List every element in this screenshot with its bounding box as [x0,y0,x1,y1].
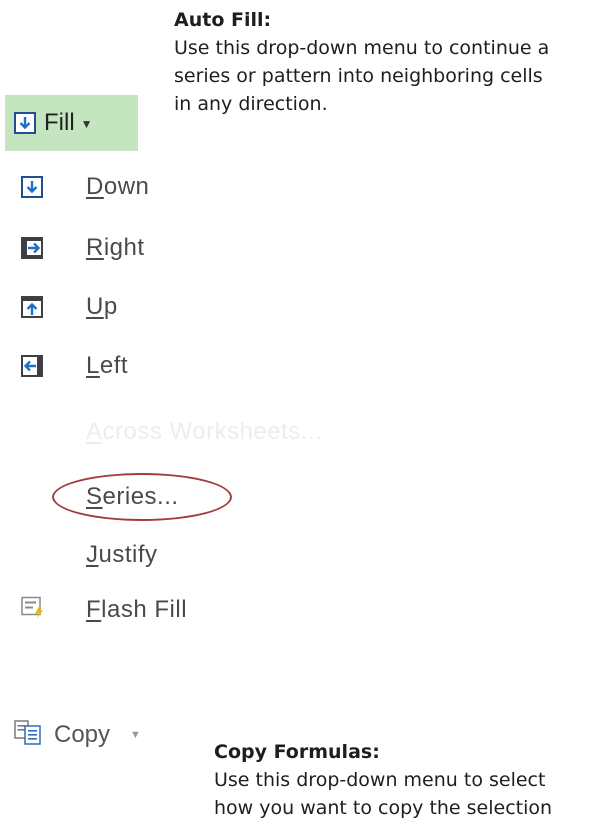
arrow-down-icon [21,176,43,198]
copy-button-label: Copy [54,721,111,748]
copy-icon [14,719,44,751]
arrow-right-icon [21,237,43,259]
menu-item-up-label: Up [86,293,118,320]
menu-item-right-label: Right [86,234,145,261]
menu-item-down-label: Down [86,173,150,200]
menu-item-across-worksheets-label: Across Worksheets... [86,418,323,445]
autofill-callout-title: Auto Fill: [174,9,272,31]
copy-dropdown-button[interactable]: Copy ▼ [14,710,141,760]
copy-formulas-callout: Copy Formulas: Use this drop-down menu t… [214,738,592,822]
menu-item-series-label: Series... [86,483,179,510]
autofill-callout-body: Use this drop-down menu to continue a se… [174,37,550,115]
copy-callout-body: Use this drop-down menu to select how yo… [214,769,553,819]
fill-down-icon [14,112,36,134]
fill-dropdown-button[interactable]: Fill ▼ [5,95,138,151]
chevron-down-icon: ▼ [130,729,141,741]
chevron-down-icon: ▼ [80,117,93,131]
menu-item-justify-label: Justify [86,541,158,568]
arrow-up-icon [21,296,43,318]
fill-button-label: Fill [44,109,75,136]
menu-item-flash-fill-label: Flash Fill [86,596,188,623]
flash-fill-icon [21,596,47,624]
arrow-left-icon [21,355,43,377]
autofill-callout: Auto Fill: Use this drop-down menu to co… [174,6,592,118]
menu-item-left-label: Left [86,352,129,379]
copy-callout-title: Copy Formulas: [214,741,380,763]
